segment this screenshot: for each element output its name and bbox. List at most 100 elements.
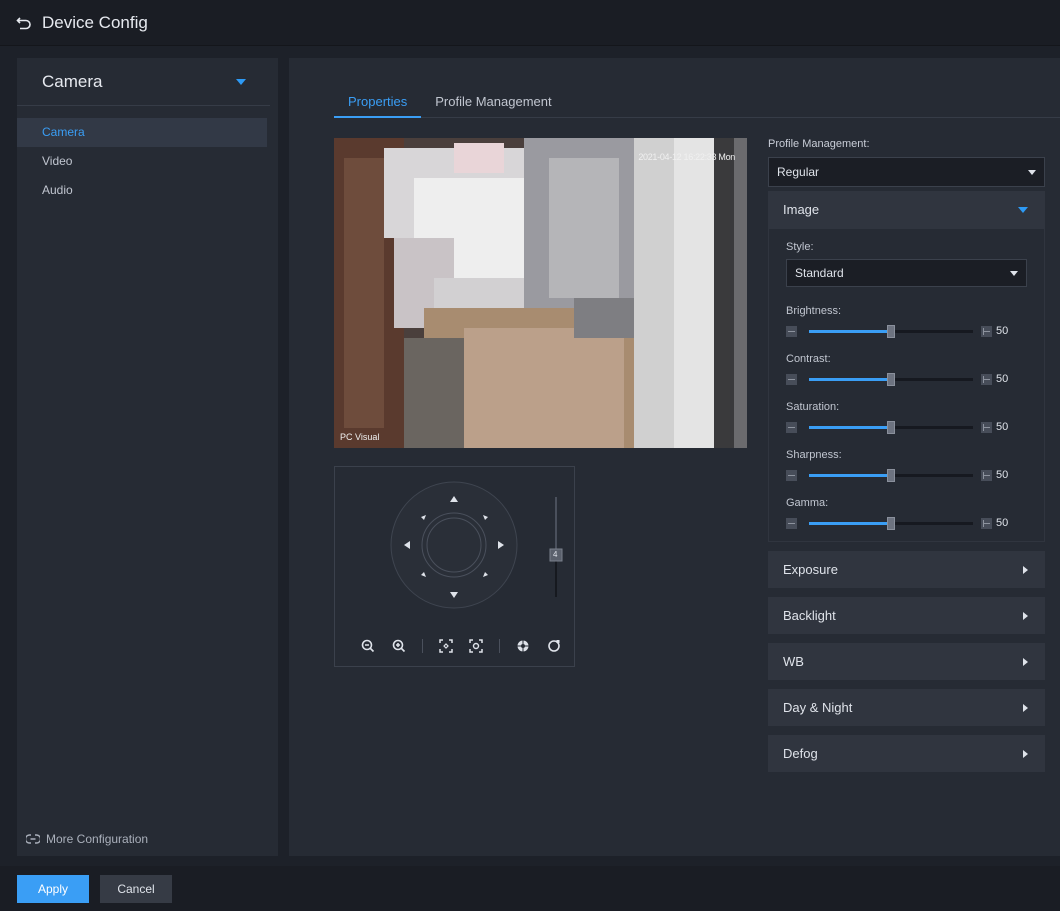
zoom-out-icon[interactable] (357, 635, 379, 657)
tab-profile-management[interactable]: Profile Management (421, 88, 565, 118)
backlight-section-header[interactable]: Backlight (768, 597, 1045, 634)
gamma-slider[interactable] (809, 516, 973, 530)
back-icon[interactable] (16, 14, 34, 32)
more-configuration-link[interactable]: More Configuration (26, 832, 148, 846)
chevron-right-icon (1023, 749, 1028, 758)
focus-near-icon[interactable] (435, 635, 457, 657)
profile-label: Profile Management: (768, 138, 870, 150)
increase-button[interactable] (981, 325, 992, 337)
contrast-control: Contrast: 50 (786, 353, 1027, 387)
contrast-slider[interactable] (809, 372, 973, 386)
sharpness-label: Sharpness: (786, 449, 842, 461)
saturation-label: Saturation: (786, 401, 840, 413)
increase-button[interactable] (981, 469, 992, 481)
brightness-control: Brightness: 50 (786, 305, 1027, 339)
contrast-value: 50 (996, 373, 1009, 385)
zoom-in-icon[interactable] (388, 635, 410, 657)
chevron-right-icon (1023, 657, 1028, 666)
sharpness-value: 50 (996, 469, 1009, 481)
refresh-icon[interactable] (543, 635, 565, 657)
sidebar-menu: Camera Video Audio (17, 118, 278, 205)
tab-properties[interactable]: Properties (334, 88, 422, 118)
slider-fill (809, 329, 891, 333)
sidebar: Camera Camera Video Audio More Configura… (17, 58, 278, 856)
toolbar-divider (499, 639, 501, 653)
tab-bar: Properties Profile Management (334, 88, 1060, 118)
ptz-direction-pad[interactable] (335, 467, 575, 627)
image-section-body: Style: Standard Brightness: 50 Contrast:… (768, 228, 1045, 542)
wb-section-title: WB (783, 654, 804, 669)
increase-button[interactable] (981, 421, 992, 433)
increase-button[interactable] (981, 373, 992, 385)
style-label: Style: (786, 241, 814, 253)
video-channel-label: PC Visual (340, 432, 380, 442)
ptz-toolbar (335, 626, 574, 666)
brightness-slider[interactable] (809, 324, 973, 338)
defog-section-title: Defog (783, 746, 818, 761)
slider-fill (809, 521, 891, 525)
link-icon (26, 834, 40, 844)
top-bar: Device Config (0, 0, 1060, 46)
chevron-down-icon (236, 78, 246, 85)
style-select[interactable]: Standard (786, 259, 1027, 287)
profile-select-value: Regular (777, 165, 820, 179)
settings-panel: Profile Management: Regular Image Style:… (768, 138, 1045, 772)
brightness-value: 50 (996, 325, 1009, 337)
page-title: Device Config (42, 12, 148, 32)
iris-icon[interactable] (512, 635, 534, 657)
profile-select[interactable]: Regular (768, 157, 1045, 187)
day-night-section-header[interactable]: Day & Night (768, 689, 1045, 726)
slider-handle[interactable] (887, 420, 895, 434)
chevron-down-icon (1018, 206, 1028, 213)
exposure-section-title: Exposure (783, 562, 838, 577)
cancel-button[interactable]: Cancel (100, 874, 172, 903)
footer-bar: Apply Cancel (0, 866, 1060, 911)
gamma-label: Gamma: (786, 497, 829, 509)
chevron-right-icon (1023, 703, 1028, 712)
slider-handle[interactable] (887, 468, 895, 482)
slider-fill (809, 425, 891, 429)
slider-fill (809, 473, 891, 477)
sidebar-item-camera[interactable]: Camera (17, 118, 267, 147)
apply-button[interactable]: Apply (17, 874, 89, 903)
focus-far-icon[interactable] (465, 635, 487, 657)
gamma-control: Gamma: 50 (786, 497, 1027, 531)
day-night-section-title: Day & Night (783, 700, 853, 715)
image-section: Image Style: Standard Brightness: 50 Con… (768, 191, 1045, 542)
image-section-header[interactable]: Image (768, 191, 1045, 228)
increase-button[interactable] (981, 517, 992, 529)
sharpness-control: Sharpness: 50 (786, 449, 1027, 483)
slider-fill (809, 377, 891, 381)
category-title: Camera (42, 71, 103, 91)
decrease-button[interactable] (786, 469, 797, 481)
sidebar-item-video[interactable]: Video (17, 147, 267, 176)
slider-handle[interactable] (887, 516, 895, 530)
saturation-value: 50 (996, 421, 1009, 433)
contrast-label: Contrast: (786, 353, 831, 365)
gamma-value: 50 (996, 517, 1009, 529)
exposure-section-header[interactable]: Exposure (768, 551, 1045, 588)
sidebar-item-audio[interactable]: Audio (17, 176, 267, 205)
slider-handle[interactable] (887, 324, 895, 338)
slider-handle[interactable] (887, 372, 895, 386)
decrease-button[interactable] (786, 421, 797, 433)
chevron-down-icon (1028, 169, 1036, 175)
decrease-button[interactable] (786, 373, 797, 385)
decrease-button[interactable] (786, 325, 797, 337)
saturation-control: Saturation: 50 (786, 401, 1027, 435)
main-panel: Properties Profile Management 2021-04-12… (289, 58, 1060, 856)
category-dropdown[interactable]: Camera (17, 58, 270, 106)
wb-section-header[interactable]: WB (768, 643, 1045, 680)
more-configuration-label: More Configuration (46, 832, 149, 846)
chevron-right-icon (1023, 565, 1028, 574)
sharpness-slider[interactable] (809, 468, 973, 482)
brightness-label: Brightness: (786, 305, 842, 317)
saturation-slider[interactable] (809, 420, 973, 434)
decrease-button[interactable] (786, 517, 797, 529)
defog-section-header[interactable]: Defog (768, 735, 1045, 772)
toolbar-divider (421, 639, 423, 653)
video-timestamp: 2021-04-12 16:22:33 Mon (638, 152, 735, 162)
live-video-preview: 2021-04-12 16:22:33 Mon PC Visual (334, 138, 747, 448)
style-select-value: Standard (795, 266, 844, 280)
image-section-title: Image (783, 202, 820, 217)
